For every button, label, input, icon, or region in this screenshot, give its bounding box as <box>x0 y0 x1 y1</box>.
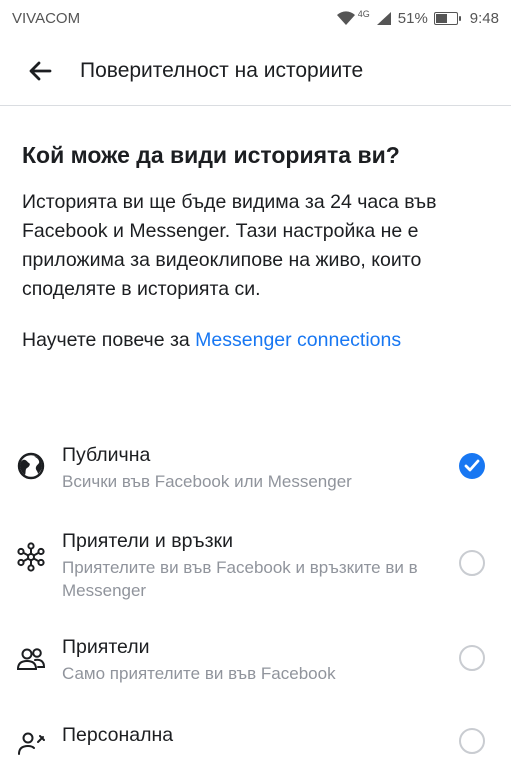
main-content: Кой може да види историята ви? Историята… <box>22 140 492 355</box>
learn-more-text: Научете повече за Messenger connections <box>22 326 492 355</box>
option-icon-wrap <box>0 430 62 516</box>
option-subtitle: Само приятелите ви във Facebook <box>62 664 336 683</box>
radio-unselected[interactable] <box>459 728 485 754</box>
clock: 9:48 <box>469 9 499 27</box>
radio-unselected[interactable] <box>459 645 485 671</box>
option-subtitle: Приятелите ви във Facebook и връзките ви… <box>62 558 418 600</box>
section-description: Историята ви ще бъде видима за 24 часа в… <box>22 191 437 300</box>
option-friends-and-connections[interactable]: Приятели и връзки Приятелите ви във Face… <box>0 516 511 626</box>
option-subtitle: Всички във Facebook или Messenger <box>62 472 352 491</box>
section-heading: Кой може да види историята ви? <box>22 142 400 168</box>
back-button[interactable] <box>0 36 80 106</box>
option-text: Приятели Само приятелите ви във Facebook <box>62 626 511 716</box>
option-title: Приятели <box>62 636 150 658</box>
option-text: Персонална <box>62 716 511 776</box>
learn-more-prefix: Научете повече за <box>22 329 196 351</box>
radio-unselected[interactable] <box>459 550 485 576</box>
checkmark-icon <box>464 459 480 472</box>
option-text: Публична Всички във Facebook или Messeng… <box>62 430 511 516</box>
radio-selected[interactable] <box>459 453 485 479</box>
app-bar: Поверителност на историите <box>0 36 511 106</box>
option-icon-wrap <box>0 626 62 716</box>
custom-person-icon <box>18 732 45 755</box>
option-text: Приятели и връзки Приятелите ви във Face… <box>62 516 511 626</box>
status-bar: VIVACOM 4G 51% 9:48 <box>0 0 511 36</box>
friends-icon <box>16 648 46 670</box>
battery-icon <box>433 11 461 25</box>
option-title: Персонална <box>62 724 174 746</box>
arrow-left-icon <box>29 61 52 80</box>
audience-options: Публична Всички във Facebook или Messeng… <box>0 430 511 776</box>
learn-more-link[interactable]: Messenger connections <box>195 329 401 351</box>
status-icons: 4G 51% 9:48 <box>336 9 499 27</box>
network-type: 4G <box>357 9 370 19</box>
option-friends[interactable]: Приятели Само приятелите ви във Facebook <box>0 626 511 716</box>
globe-icon <box>17 452 45 480</box>
option-title: Публична <box>62 444 151 466</box>
battery-percent: 51% <box>397 9 428 27</box>
option-title: Приятели и връзки <box>62 530 233 552</box>
option-icon-wrap <box>0 716 62 776</box>
carrier-name: VIVACOM <box>12 9 81 27</box>
signal-icon <box>376 11 391 25</box>
network-icon <box>17 542 45 572</box>
page-title: Поверителност на историите <box>80 58 364 82</box>
option-icon-wrap <box>0 516 62 626</box>
wifi-icon <box>336 10 355 25</box>
option-public[interactable]: Публична Всички във Facebook или Messeng… <box>0 430 511 516</box>
option-custom[interactable]: Персонална <box>0 716 511 776</box>
